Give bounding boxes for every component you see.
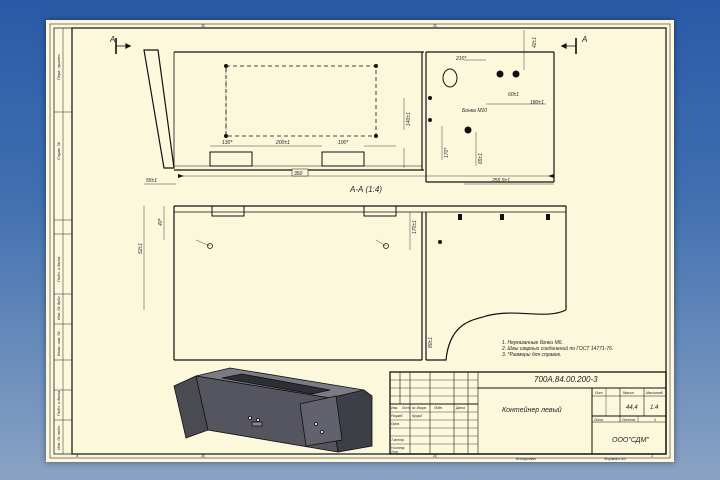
dim-42: 42±1 (532, 37, 538, 48)
dim-60: 60±1 (508, 92, 519, 98)
dim-210: 210* (455, 56, 467, 62)
tb-lit: Лит. (594, 391, 603, 395)
notes-block: 1. Неуказанные бонки М6. 2. Швы сварных … (501, 340, 613, 358)
tb-list-label: Лист (593, 418, 603, 422)
rivet-nut-1 (496, 70, 504, 78)
tb-list: Лист (401, 406, 411, 410)
dim-170: 170* (444, 147, 450, 158)
dim-180: 180±1 (530, 100, 544, 106)
note-2: 2. Швы сварных соединений по ГОСТ 14771-… (501, 345, 613, 352)
dim-255: 255,5±1 (491, 178, 510, 184)
stamp-vzam-inv: Взам. инв. № (56, 331, 61, 356)
part-name: Контейнер левый (502, 406, 562, 414)
tb-tkontr: Т.контр. (391, 438, 405, 442)
mass-value: 44,4 (626, 405, 638, 411)
drawing-sheet: Перв. примен. Справ. № Подп. и дата Инв.… (46, 20, 674, 462)
rivet-nut-2 (512, 70, 520, 78)
dim-55: 55±1 (146, 178, 157, 184)
stamp-sprav-no: Справ. № (56, 141, 61, 160)
note-3: 3. *Размеры для справок. (502, 352, 561, 358)
tb-izm: Изм. (391, 406, 398, 410)
stamp-podp-data-2: Подп. и дата (56, 390, 61, 416)
stamp-inv-dubl: Инв. № дубл. (56, 295, 61, 320)
dim-80: 80±1 (428, 337, 434, 348)
tb-date: Дата (455, 406, 465, 410)
stamp-inv-podl: Инв. № подл. (56, 425, 61, 450)
stamp-perv-primen: Перв. примен. (56, 53, 61, 80)
dim-200: 200±1 (275, 140, 290, 146)
tb-docnum: № докум. (412, 406, 427, 410)
tb-masshtab: Масштаб (646, 391, 664, 395)
rivet-nut-3 (464, 126, 472, 134)
dim-52: 52±1 (138, 243, 144, 254)
tb-listov-label: Листов (621, 418, 635, 422)
dim-350: 350 (294, 171, 303, 177)
plan-bracket-right (363, 205, 397, 217)
format-label: Формат A3 (604, 456, 627, 461)
cut-label-left: А (109, 35, 115, 44)
plan-view (143, 205, 567, 361)
sheet-total: 1 (654, 418, 656, 422)
tb-razrab: Разраб. (391, 414, 403, 418)
scale-value: 1:4 (650, 405, 659, 411)
isometric-view (173, 367, 373, 453)
plan-bracket-left (211, 205, 245, 217)
dim-65: 65±1 (478, 153, 484, 164)
tb-razrab-name: Куцый (412, 414, 422, 418)
tb-sign: Подп. (434, 406, 443, 410)
oval-window (442, 68, 458, 88)
hidden-hole-pattern (225, 65, 377, 137)
view-label: А-А (1:4) (349, 185, 382, 194)
cut-label-right: А (581, 35, 587, 44)
section-view: А А (109, 30, 587, 185)
plan-dimensions: 52±1 40* 170±1 80±1 (138, 217, 434, 348)
rivet-nut-note: Бонка М10 (462, 108, 487, 114)
bracket-right (321, 151, 365, 167)
tb-prov: Пров. (391, 422, 400, 426)
dim-100: 100* (338, 140, 349, 146)
dim-40: 40* (158, 217, 164, 226)
drawing-canvas: Перв. примен. Справ. № Подп. и дата Инв.… (49, 23, 671, 461)
tb-massa: Масса (623, 391, 634, 395)
slanted-end-plate (143, 49, 175, 169)
dim-140: 140±1 (406, 112, 412, 126)
tb-utv: Утв. (391, 450, 399, 454)
copied-label: Копировал (516, 456, 537, 461)
dim-170b: 170±1 (412, 220, 418, 234)
sheet-designation: 700А.84.00.200-3 (534, 375, 598, 384)
organization: ООО"СДМ" (612, 437, 649, 444)
bracket-left (209, 151, 253, 167)
stamp-podp-data-1: Подп. и дата (56, 256, 61, 282)
dim-130: 130* (222, 140, 233, 146)
side-stamp-column: Перв. примен. Справ. № Подп. и дата Инв.… (53, 27, 73, 455)
inner-frame (71, 27, 667, 455)
